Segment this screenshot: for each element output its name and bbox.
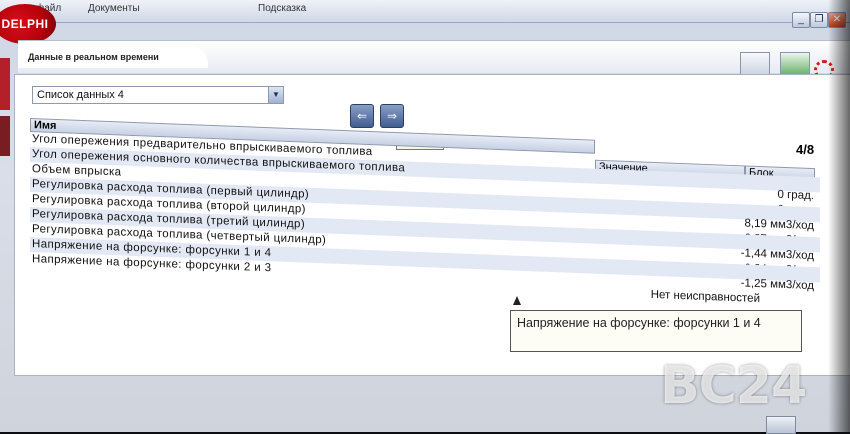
menu-item-hint[interactable]: Подсказка (258, 3, 306, 14)
restore-button[interactable]: ❐ (810, 12, 828, 28)
page-title: Данные в реальном времени (18, 46, 208, 68)
chevron-down-icon[interactable]: ▼ (268, 87, 283, 103)
screen-edge-shadow (828, 0, 850, 432)
mouse-cursor-icon (513, 296, 521, 305)
next-page-button[interactable]: ⇒ (380, 104, 404, 128)
bottom-action-button[interactable] (766, 416, 796, 434)
data-list-select-value: Список данных 4 (37, 89, 124, 101)
prev-page-button[interactable]: ⇐ (350, 104, 374, 128)
menu-bar: файл Документы Подсказка (0, 0, 850, 23)
data-list-select[interactable]: Список данных 4 ▼ (32, 86, 284, 104)
delphi-logo: DELPHI (0, 4, 56, 44)
side-tab-1[interactable] (0, 58, 10, 110)
watermark-logo: BC24 (660, 356, 807, 416)
menu-item-documents[interactable]: Документы (88, 3, 140, 14)
side-tab-2[interactable] (0, 116, 10, 156)
row-tooltip: Напряжение на форсунке: форсунки 1 и 4 (510, 310, 802, 352)
page-indicator: 4/8 (796, 142, 815, 157)
minimize-button[interactable]: _ (792, 12, 810, 28)
row-value: Нет неисправностей (650, 288, 760, 306)
